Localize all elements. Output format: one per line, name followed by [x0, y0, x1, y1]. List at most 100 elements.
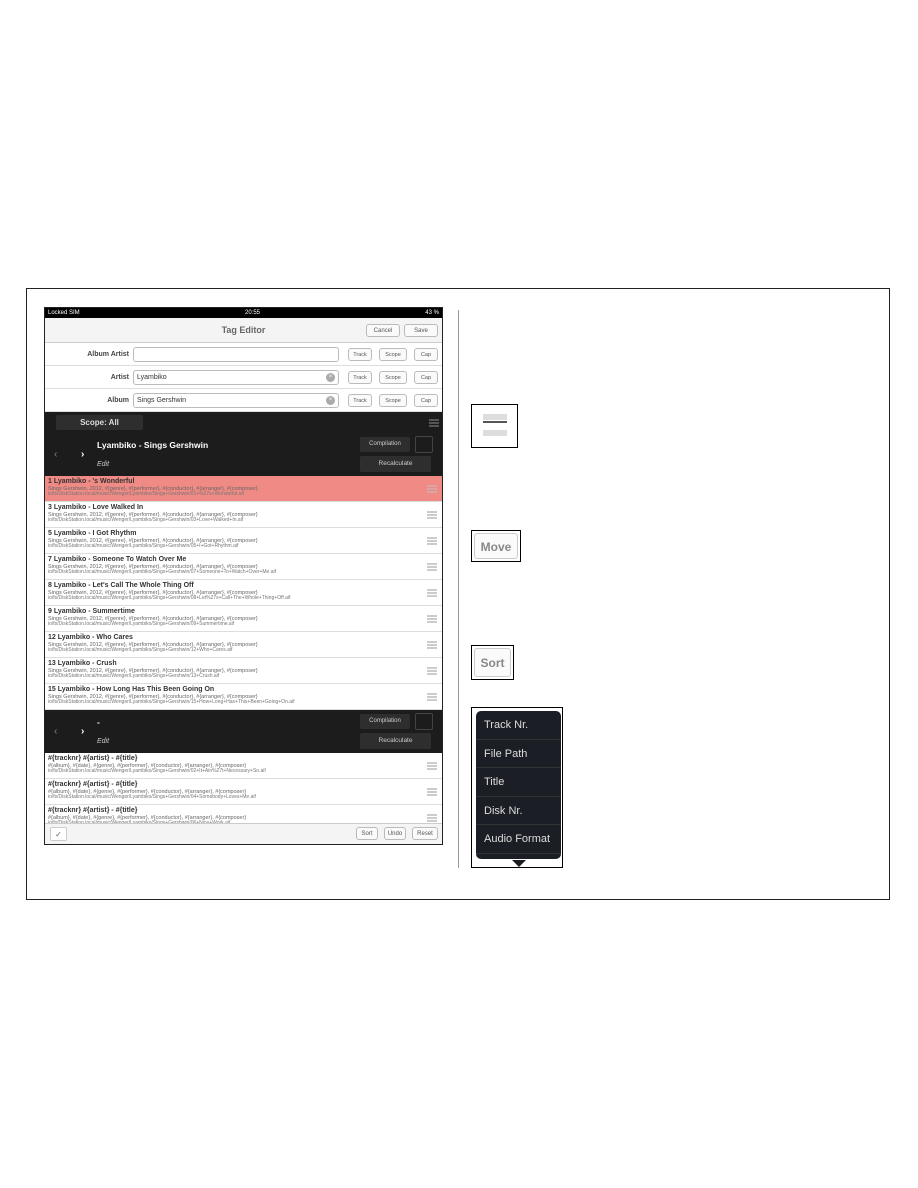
- field-label: Album Artist: [87, 350, 129, 358]
- track-name: #{tracknr} #{artist} - #{title}: [48, 781, 138, 788]
- track-row[interactable]: 12 Lyambiko - Who Cares Sings Gershwin, …: [45, 632, 442, 658]
- album-title: Lyambiko - Sings Gershwin: [97, 440, 209, 450]
- compilation-checkbox[interactable]: [415, 713, 433, 730]
- recalculate-button[interactable]: Recalculate: [360, 733, 431, 749]
- drag-handle-icon[interactable]: [427, 537, 437, 545]
- cap-button[interactable]: Cap: [414, 370, 438, 384]
- drag-handle-icon[interactable]: [427, 641, 437, 649]
- sort-menu-item[interactable]: Title: [476, 768, 561, 797]
- sort-callout-button[interactable]: Sort: [474, 648, 511, 677]
- track-name: 5 Lyambiko - I Got Rhythm: [48, 530, 137, 537]
- sort-menu-item[interactable]: Disk Nr.: [476, 797, 561, 826]
- field-label: Album: [107, 396, 129, 404]
- drag-handle-icon[interactable]: [427, 511, 437, 519]
- drag-handle-icon[interactable]: [427, 693, 437, 701]
- move-button[interactable]: Move: [474, 533, 518, 559]
- track-path: io/fs/DiskStation.local/music/Wenger/Lya…: [48, 673, 220, 680]
- track-row[interactable]: 13 Lyambiko - Crush Sings Gershwin, 2012…: [45, 658, 442, 684]
- compilation-button[interactable]: Compilation: [360, 437, 410, 452]
- chevron-left-icon[interactable]: ‹: [54, 449, 57, 460]
- track-row[interactable]: 9 Lyambiko - Summertime Sings Gershwin, …: [45, 606, 442, 632]
- cap-button[interactable]: Cap: [414, 347, 438, 361]
- chevron-right-icon[interactable]: ›: [81, 726, 84, 737]
- status-bar: Locked SIM 20:55 43 %: [45, 308, 442, 318]
- drag-handle-icon[interactable]: [427, 563, 437, 571]
- menu-icon[interactable]: [429, 419, 439, 427]
- chevron-right-icon[interactable]: ›: [81, 449, 84, 460]
- track-row[interactable]: 5 Lyambiko - I Got Rhythm Sings Gershwin…: [45, 528, 442, 554]
- track-name: #{tracknr} #{artist} - #{title}: [48, 755, 138, 762]
- track-row[interactable]: 8 Lyambiko - Let's Call The Whole Thing …: [45, 580, 442, 606]
- bottom-toolbar: ✓ Sort Undo Reset: [45, 823, 442, 844]
- track-name: #{tracknr} #{artist} - #{title}: [48, 807, 138, 814]
- scope-button[interactable]: Scope: All: [56, 415, 143, 430]
- track-button[interactable]: Track: [348, 370, 372, 384]
- track-button[interactable]: Track: [348, 393, 372, 407]
- cancel-button[interactable]: Cancel: [366, 324, 400, 337]
- track-name: 9 Lyambiko - Summertime: [48, 608, 135, 615]
- field-value: Lyambiko: [137, 373, 167, 381]
- drag-handle-icon[interactable]: [427, 788, 437, 796]
- scope-field-button[interactable]: Scope: [379, 347, 407, 361]
- track-row[interactable]: #{tracknr} #{artist} - #{title} #{album}…: [45, 779, 442, 805]
- tag-editor-screenshot: Locked SIM 20:55 43 % Tag Editor Cancel …: [44, 307, 443, 845]
- nav-bar: Tag Editor Cancel Save: [45, 318, 442, 343]
- track-path: io/fs/DiskStation.local/music/Wenger/Lya…: [48, 491, 244, 498]
- save-button[interactable]: Save: [404, 324, 438, 337]
- drag-handle-icon[interactable]: [427, 667, 437, 675]
- track-name: 8 Lyambiko - Let's Call The Whole Thing …: [48, 582, 194, 589]
- cap-button[interactable]: Cap: [414, 393, 438, 407]
- battery: 43 %: [425, 310, 439, 316]
- undo-button[interactable]: Undo: [384, 827, 406, 840]
- drag-handle-icon[interactable]: [427, 589, 437, 597]
- drag-handle-icon[interactable]: [427, 814, 437, 822]
- clear-icon[interactable]: ×: [326, 395, 335, 405]
- field-input[interactable]: Sings Gershwin ×: [133, 392, 339, 408]
- sort-menu-popup: Track Nr. File Path Title Disk Nr. Audio For…: [471, 707, 563, 868]
- recalculate-button[interactable]: Recalculate: [360, 456, 431, 472]
- track-button[interactable]: Track: [348, 347, 372, 361]
- sort-button[interactable]: Sort: [356, 827, 378, 840]
- popover-arrow: [512, 860, 526, 867]
- album-header: ‹ › Lyambiko - Sings Gershwin Edit Compil…: [45, 433, 442, 476]
- track-name: 13 Lyambiko - Crush: [48, 660, 117, 667]
- drag-handle-icon[interactable]: [427, 615, 437, 623]
- sort-callout: Sort: [471, 645, 514, 680]
- edit-link[interactable]: Edit: [97, 461, 109, 468]
- track-row[interactable]: #{tracknr} #{artist} - #{title} #{album}…: [45, 753, 442, 779]
- track-name: 3 Lyambiko - Love Walked In: [48, 504, 144, 511]
- sort-menu-item[interactable]: File Path: [476, 740, 561, 769]
- chevron-left-icon[interactable]: ‹: [54, 726, 57, 737]
- sort-menu-item[interactable]: Track Nr.: [476, 711, 561, 740]
- track-path: io/fs/DiskStation.local/music/Wenger/Lya…: [48, 699, 295, 706]
- compilation-button[interactable]: Compilation: [360, 714, 410, 729]
- edit-link[interactable]: Edit: [97, 738, 109, 745]
- reset-button[interactable]: Reset: [412, 827, 438, 840]
- track-row[interactable]: 3 Lyambiko - Love Walked In Sings Gershw…: [45, 502, 442, 528]
- scope-field-button[interactable]: Scope: [379, 370, 407, 384]
- drag-handle-icon[interactable]: [427, 485, 437, 493]
- compilation-checkbox[interactable]: [415, 436, 433, 453]
- field-input[interactable]: Lyambiko ×: [133, 369, 339, 385]
- checkmark-button[interactable]: ✓: [50, 827, 67, 841]
- track-path: io/fs/DiskStation.local/music/Wenger/Lya…: [48, 543, 239, 550]
- carrier: Locked SIM: [48, 310, 80, 316]
- track-name: 7 Lyambiko - Someone To Watch Over Me: [48, 556, 187, 563]
- field-value: Sings Gershwin: [137, 396, 187, 404]
- field-row: Album Artist Track Scope Cap: [45, 343, 442, 366]
- track-path: io/fs/DiskStation.local/music/Wenger/Lya…: [48, 517, 244, 524]
- scope-field-button[interactable]: Scope: [379, 393, 407, 407]
- clear-icon[interactable]: ×: [326, 372, 335, 382]
- drag-handle-icon[interactable]: [427, 762, 437, 770]
- track-path: io/fs/DiskStation.local/music/Wenger/Lya…: [48, 621, 235, 628]
- column-divider: [458, 310, 459, 868]
- track-row[interactable]: 7 Lyambiko - Someone To Watch Over Me Si…: [45, 554, 442, 580]
- field-input[interactable]: [133, 346, 339, 362]
- track-path: io/fs/DiskStation.local/music/Wenger/Lya…: [48, 768, 266, 775]
- track-row[interactable]: 15 Lyambiko - How Long Has This Been Goi…: [45, 684, 442, 710]
- album-title: -: [97, 717, 100, 727]
- track-row[interactable]: 1 Lyambiko - 's Wonderful Sings Gershwin…: [45, 476, 442, 502]
- sort-menu-item[interactable]: Audio Format: [476, 825, 561, 854]
- field-label: Artist: [110, 373, 129, 381]
- track-name: 1 Lyambiko - 's Wonderful: [48, 478, 135, 485]
